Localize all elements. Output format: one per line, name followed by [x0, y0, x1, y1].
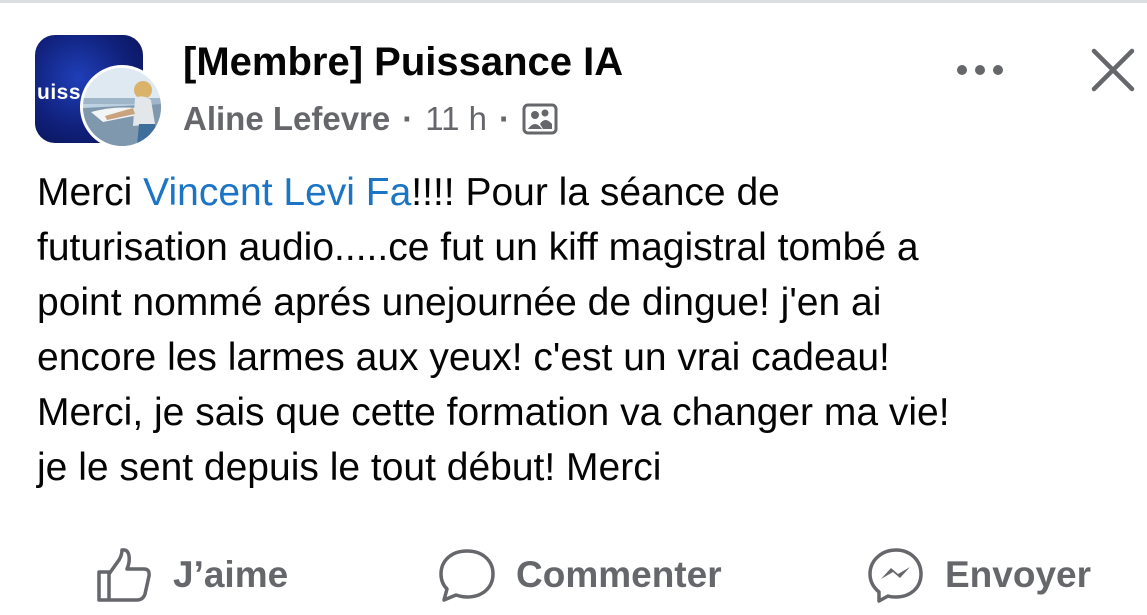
like-label: J’aime: [173, 554, 289, 595]
thumbs-up-icon: [97, 548, 151, 602]
post-text-start: Merci: [37, 171, 144, 214]
post-line-4: encore les larmes aux yeux! c'est un vra…: [37, 336, 890, 379]
post-line-1: Merci Vincent Levi Fa!!!! Pour la séance…: [37, 165, 1132, 220]
group-name[interactable]: [Membre] Puissance IA: [183, 40, 623, 85]
top-divider: [0, 0, 1147, 3]
post-body: Merci Vincent Levi Fa!!!! Pour la séance…: [37, 165, 1132, 495]
user-avatar[interactable]: [80, 65, 164, 149]
close-icon: [1091, 48, 1135, 92]
post-line-6: je le sent depuis le tout début! Merci: [37, 446, 662, 489]
more-options-icon: [957, 65, 1003, 75]
post-line-3: point nommé aprés unejournée de dingue! …: [37, 281, 882, 324]
action-bar: J’aime Commenter Envoyer: [0, 540, 1147, 610]
meta-separator: ·: [402, 100, 414, 137]
comment-button[interactable]: Commenter: [438, 540, 722, 610]
send-label: Envoyer: [945, 554, 1092, 595]
post-meta: Aline Lefevre · 11 h ·: [183, 100, 558, 138]
send-button[interactable]: Envoyer: [867, 540, 1091, 610]
group-avatar-text: uiss: [37, 81, 82, 104]
author-name[interactable]: Aline Lefevre: [183, 100, 390, 138]
meta-separator-2: ·: [499, 100, 511, 137]
post-avatar[interactable]: uiss: [35, 35, 164, 149]
comment-label: Commenter: [516, 554, 722, 595]
post-text-rest: !!!! Pour la séance de: [411, 171, 780, 214]
more-options-button[interactable]: [950, 50, 1010, 90]
user-avatar-photo: [83, 68, 161, 146]
close-button[interactable]: [1085, 42, 1141, 98]
post-line-5: Merci, je sais que cette formation va ch…: [37, 391, 950, 434]
post-line-2: futurisation audio.....ce fut un kiff ma…: [37, 226, 919, 269]
messenger-icon: [868, 548, 923, 603]
like-button[interactable]: J’aime: [95, 540, 288, 610]
post-time[interactable]: 11 h: [425, 100, 487, 138]
members-only-icon: [522, 102, 558, 136]
comment-icon: [439, 549, 495, 602]
mention-link[interactable]: Vincent Levi Fa: [143, 171, 411, 214]
